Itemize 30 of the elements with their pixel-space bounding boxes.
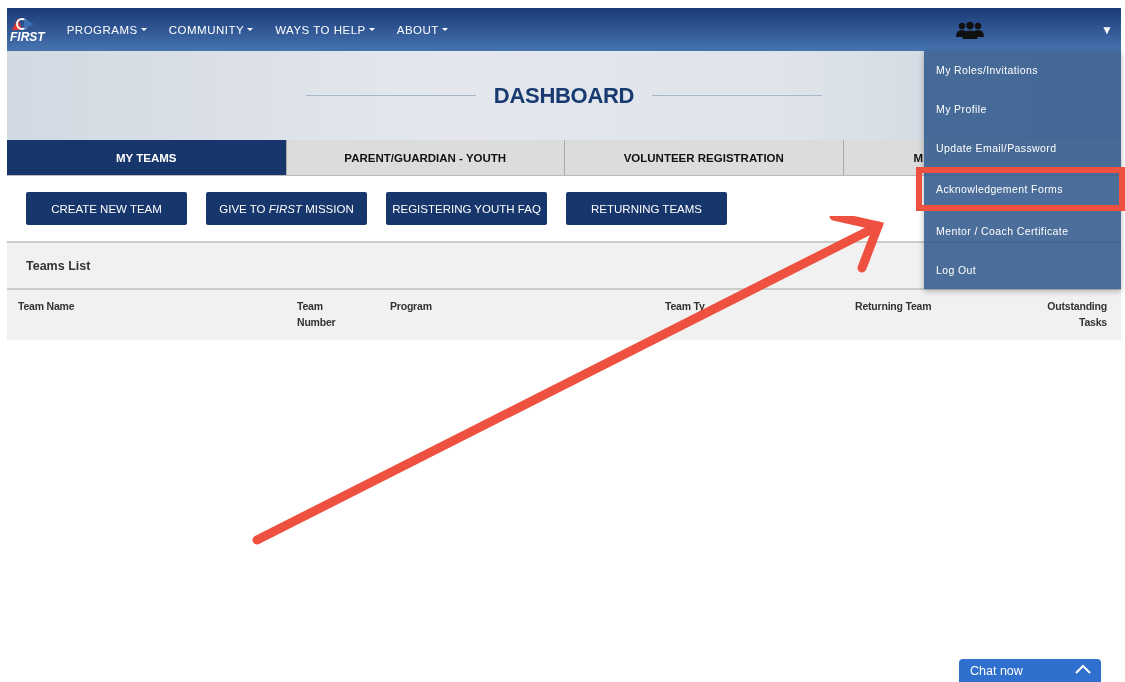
menu-item[interactable]: Mentor / Coach Certificate bbox=[924, 211, 1121, 251]
group-icon[interactable] bbox=[955, 20, 986, 39]
chevron-up-icon bbox=[1075, 664, 1091, 674]
action-button[interactable]: GIVE TO FIRST MISSION bbox=[206, 192, 367, 225]
action-button[interactable]: RETURNING TEAMS bbox=[566, 192, 727, 225]
action-button[interactable]: CREATE NEW TEAM bbox=[26, 192, 187, 225]
menu-item[interactable]: My Profile bbox=[924, 89, 1121, 129]
column-header: Outstanding Tasks bbox=[1047, 299, 1107, 330]
menu-item[interactable]: My Roles/Invitations bbox=[924, 51, 1121, 90]
page-title: DASHBOARD bbox=[493, 82, 635, 109]
menu-item[interactable]: Log Out bbox=[924, 250, 1121, 289]
logo-text: FIRST bbox=[10, 30, 45, 43]
column-header: Returning Team bbox=[855, 299, 933, 314]
nav-menu-item[interactable]: PROGRAMS bbox=[66, 23, 147, 36]
section-title: Teams List bbox=[26, 258, 91, 273]
nav-menu-item[interactable]: COMMUNITY bbox=[168, 23, 254, 36]
tab[interactable]: VOLUNTEER REGISTRATION bbox=[564, 140, 843, 175]
chat-now-button[interactable]: Chat now bbox=[959, 659, 1101, 682]
account-dropdown-caret[interactable]: ▼ bbox=[1101, 22, 1113, 37]
action-button[interactable]: REGISTERING YOUTH FAQ bbox=[386, 192, 547, 225]
nav-menu-item[interactable]: WAYS TO HELP bbox=[275, 23, 375, 36]
menu-item[interactable]: Update Email/Password bbox=[924, 128, 1121, 168]
logo[interactable]: FIRST bbox=[10, 16, 45, 43]
menu-item[interactable]: Acknowledgement Forms bbox=[916, 167, 1125, 212]
tab[interactable]: PARENT/GUARDIAN - YOUTH bbox=[285, 140, 564, 175]
tab[interactable]: MY TEAMS bbox=[7, 140, 286, 175]
nav-menu-item[interactable]: ABOUT bbox=[396, 23, 448, 36]
logo-mark-icon bbox=[10, 16, 36, 31]
column-header: Team Name bbox=[18, 299, 76, 314]
column-header: Team Number bbox=[297, 299, 337, 330]
